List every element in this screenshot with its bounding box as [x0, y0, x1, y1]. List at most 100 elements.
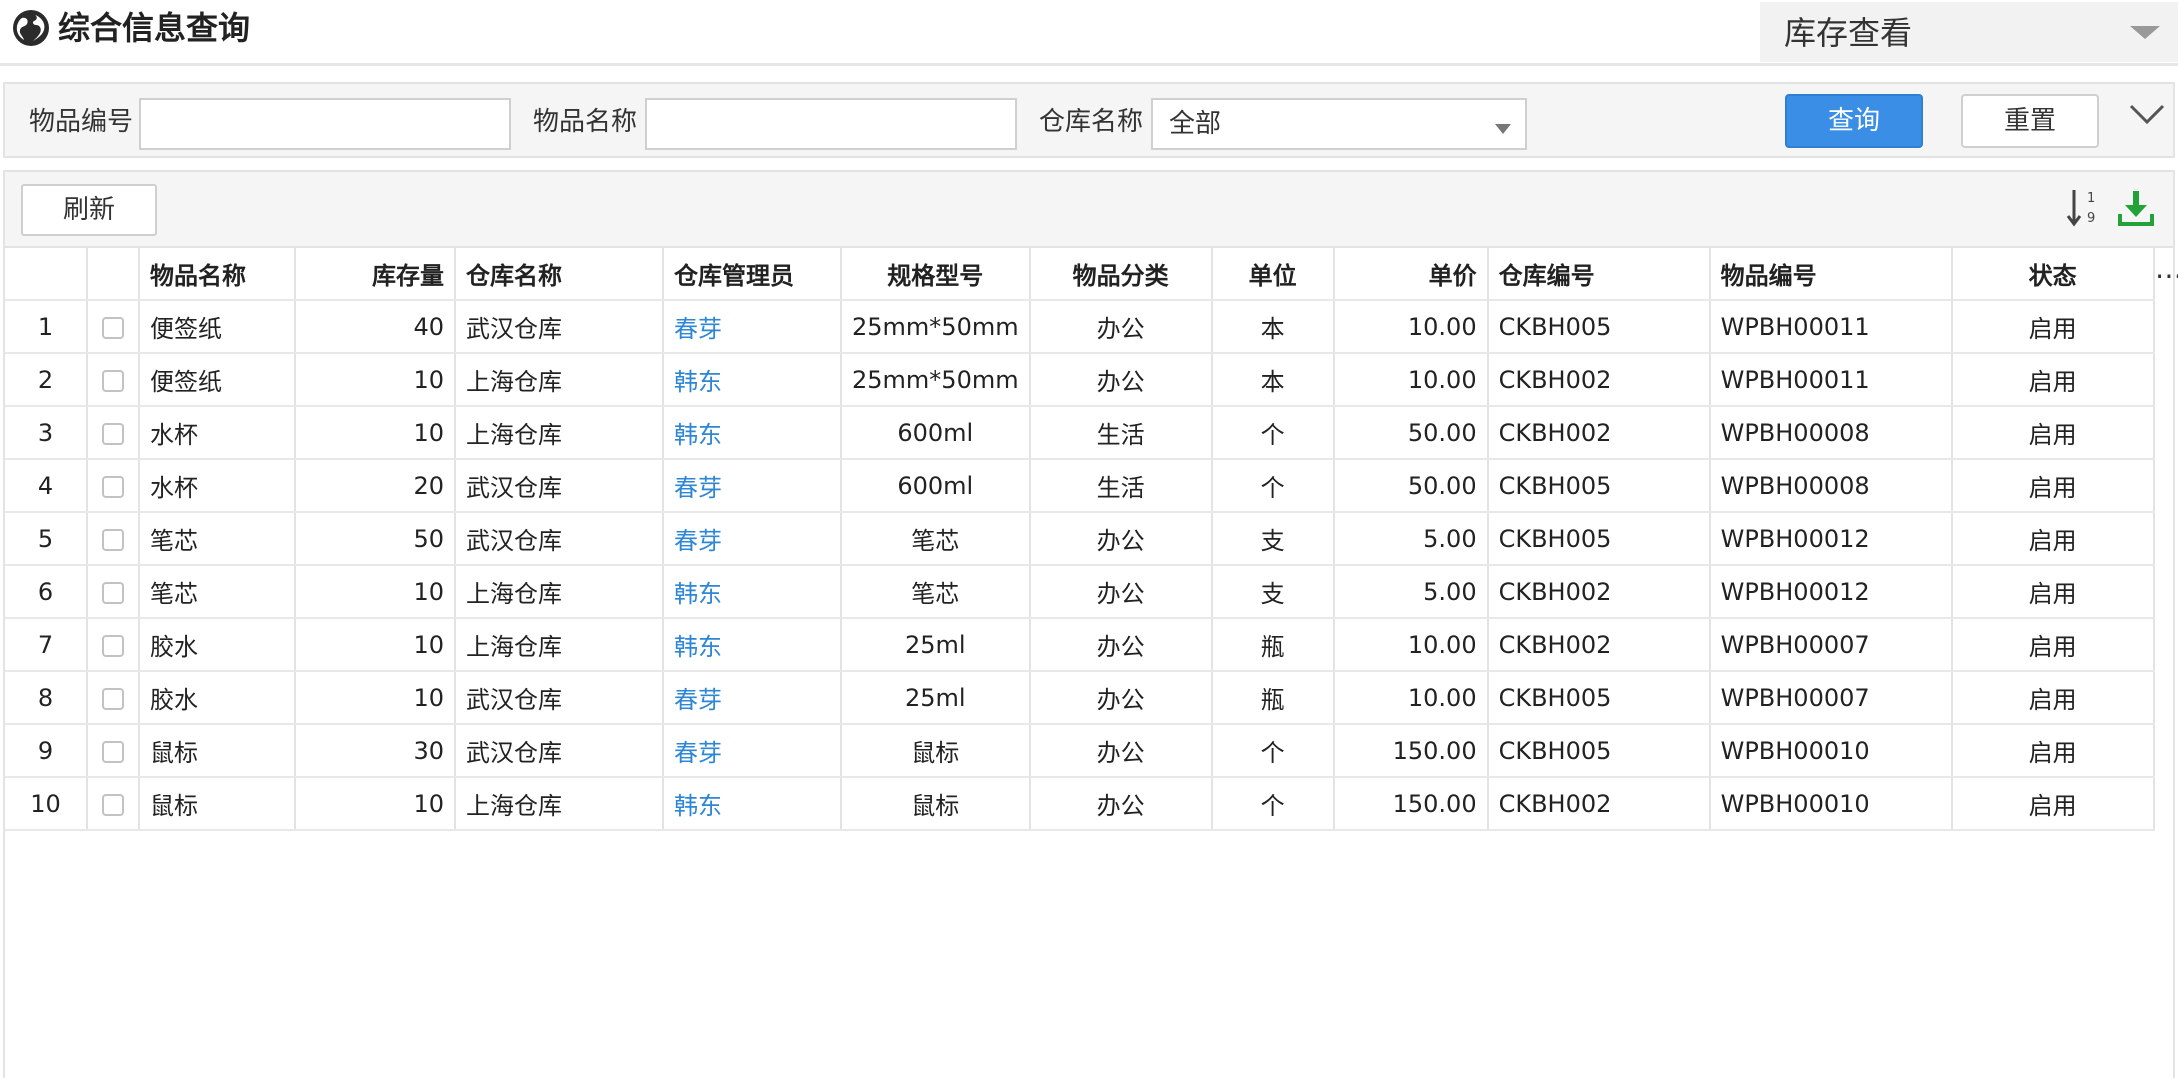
- row-checkbox[interactable]: [102, 422, 124, 445]
- cell-warehouse-manager-link[interactable]: 春芽: [663, 671, 842, 725]
- row-checkbox-cell[interactable]: [87, 724, 140, 778]
- table-row[interactable]: 2 便签纸 10 上海仓库 韩东 25mm*50mm 办公 本 10.00 CK…: [5, 353, 2155, 407]
- cell-stock-qty: 40: [295, 300, 456, 354]
- cell-stock-qty: 10: [295, 671, 456, 725]
- table-row[interactable]: 9 鼠标 30 武汉仓库 春芽 鼠标 办公 个 150.00 CKBH005 W…: [5, 724, 2155, 778]
- item-name-input[interactable]: [645, 98, 1017, 150]
- row-checkbox-cell[interactable]: [87, 671, 140, 725]
- view-select[interactable]: 库存查看: [1760, 2, 2178, 62]
- cell-warehouse-code: CKBH005: [1487, 459, 1711, 513]
- cell-warehouse-manager-link[interactable]: 春芽: [663, 512, 842, 566]
- reset-button[interactable]: 重置: [1961, 94, 2099, 148]
- cell-item-code: WPBH00011: [1709, 353, 1953, 407]
- header-warehouse-name[interactable]: 仓库名称: [455, 248, 664, 301]
- cell-spec: 笔芯: [841, 565, 1031, 619]
- table-row[interactable]: 5 笔芯 50 武汉仓库 春芽 笔芯 办公 支 5.00 CKBH005 WPB…: [5, 512, 2155, 566]
- cell-category: 办公: [1029, 512, 1213, 566]
- row-checkbox-cell[interactable]: [87, 618, 140, 672]
- cell-status: 启用: [1951, 406, 2155, 460]
- row-checkbox[interactable]: [102, 740, 124, 763]
- header-spec[interactable]: 规格型号: [841, 248, 1031, 301]
- warehouse-select[interactable]: 全部: [1151, 98, 1527, 150]
- cell-warehouse-name: 上海仓库: [455, 353, 664, 407]
- query-button[interactable]: 查询: [1785, 94, 1923, 148]
- header-category[interactable]: 物品分类: [1029, 248, 1213, 301]
- cell-warehouse-manager-link[interactable]: 韩东: [663, 406, 842, 460]
- cell-item-code: WPBH00011: [1709, 300, 1953, 354]
- row-checkbox-cell[interactable]: [87, 512, 140, 566]
- row-number: 1: [5, 300, 88, 354]
- row-checkbox[interactable]: [102, 369, 124, 392]
- cell-warehouse-manager-link[interactable]: 春芽: [663, 724, 842, 778]
- table-row[interactable]: 1 便签纸 40 武汉仓库 春芽 25mm*50mm 办公 本 10.00 CK…: [5, 300, 2155, 354]
- row-checkbox-cell[interactable]: [87, 459, 140, 513]
- row-checkbox[interactable]: [102, 793, 124, 816]
- cell-warehouse-manager-link[interactable]: 春芽: [663, 300, 842, 354]
- cell-stock-qty: 10: [295, 406, 456, 460]
- cell-category: 办公: [1029, 618, 1213, 672]
- row-checkbox-cell[interactable]: [87, 406, 140, 460]
- row-checkbox[interactable]: [102, 634, 124, 657]
- item-code-input[interactable]: [139, 98, 511, 150]
- cell-status: 启用: [1951, 618, 2155, 672]
- header-unit[interactable]: 单位: [1211, 248, 1335, 301]
- table-row[interactable]: 3 水杯 10 上海仓库 韩东 600ml 生活 个 50.00 CKBH002…: [5, 406, 2155, 460]
- header-item-code[interactable]: 物品编号: [1709, 248, 1953, 301]
- cell-item-code: WPBH00007: [1709, 618, 1953, 672]
- cell-warehouse-manager-link[interactable]: 韩东: [663, 353, 842, 407]
- header-stock-qty[interactable]: 库存量: [295, 248, 456, 301]
- cell-stock-qty: 10: [295, 565, 456, 619]
- row-checkbox[interactable]: [102, 475, 124, 498]
- table-row[interactable]: 6 笔芯 10 上海仓库 韩东 笔芯 办公 支 5.00 CKBH002 WPB…: [5, 565, 2155, 619]
- cell-item-code: WPBH00008: [1709, 459, 1953, 513]
- table-row[interactable]: 7 胶水 10 上海仓库 韩东 25ml 办公 瓶 10.00 CKBH002 …: [5, 618, 2155, 672]
- cell-warehouse-code: CKBH005: [1487, 300, 1711, 354]
- item-code-label: 物品编号: [29, 107, 134, 137]
- cell-price: 10.00: [1333, 353, 1489, 407]
- cell-price: 5.00: [1333, 512, 1489, 566]
- row-number: 10: [5, 777, 88, 831]
- header-price[interactable]: 单价: [1333, 248, 1489, 301]
- cell-warehouse-manager-link[interactable]: 春芽: [663, 459, 842, 513]
- row-checkbox-cell[interactable]: [87, 777, 140, 831]
- cell-item-code: WPBH00007: [1709, 671, 1953, 725]
- cell-warehouse-manager-link[interactable]: 韩东: [663, 618, 842, 672]
- cell-item-code: WPBH00008: [1709, 406, 1953, 460]
- row-checkbox[interactable]: [102, 581, 124, 604]
- cell-warehouse-code: CKBH002: [1487, 565, 1711, 619]
- cell-category: 办公: [1029, 777, 1213, 831]
- row-checkbox[interactable]: [102, 316, 124, 339]
- row-number: 2: [5, 353, 88, 407]
- header-warehouse-code[interactable]: 仓库编号: [1487, 248, 1711, 301]
- row-checkbox-cell[interactable]: [87, 565, 140, 619]
- table-row[interactable]: 10 鼠标 10 上海仓库 韩东 鼠标 办公 个 150.00 CKBH002 …: [5, 777, 2155, 831]
- header-status[interactable]: 状态: [1951, 248, 2155, 301]
- download-icon[interactable]: [2117, 188, 2155, 228]
- cell-warehouse-manager-link[interactable]: 韩东: [663, 565, 842, 619]
- page-header: 综合信息查询 库存查看: [0, 0, 2178, 66]
- row-checkbox-cell[interactable]: [87, 353, 140, 407]
- cell-warehouse-code: CKBH002: [1487, 618, 1711, 672]
- table-row[interactable]: 8 胶水 10 武汉仓库 春芽 25ml 办公 瓶 10.00 CKBH005 …: [5, 671, 2155, 725]
- sort-numeric-icon[interactable]: 1 9: [2065, 186, 2101, 230]
- chevron-down-icon[interactable]: [2127, 98, 2167, 132]
- more-horizontal-icon[interactable]: ⋯: [2155, 262, 2178, 290]
- cell-spec: 25ml: [841, 618, 1031, 672]
- cell-warehouse-name: 武汉仓库: [455, 724, 664, 778]
- cell-warehouse-manager-link[interactable]: 韩东: [663, 777, 842, 831]
- row-checkbox[interactable]: [102, 687, 124, 710]
- cell-item-name: 胶水: [139, 618, 296, 672]
- refresh-button[interactable]: 刷新: [21, 184, 157, 236]
- table-row[interactable]: 4 水杯 20 武汉仓库 春芽 600ml 生活 个 50.00 CKBH005…: [5, 459, 2155, 513]
- cell-unit: 个: [1211, 777, 1335, 831]
- header-item-name[interactable]: 物品名称: [139, 248, 296, 301]
- cell-item-code: WPBH00010: [1709, 724, 1953, 778]
- row-checkbox-cell[interactable]: [87, 300, 140, 354]
- cell-spec: 鼠标: [841, 777, 1031, 831]
- header-warehouse-manager[interactable]: 仓库管理员: [663, 248, 842, 301]
- cell-item-name: 水杯: [139, 406, 296, 460]
- cell-warehouse-name: 上海仓库: [455, 618, 664, 672]
- row-checkbox[interactable]: [102, 528, 124, 551]
- cell-warehouse-name: 上海仓库: [455, 565, 664, 619]
- cell-unit: 个: [1211, 459, 1335, 513]
